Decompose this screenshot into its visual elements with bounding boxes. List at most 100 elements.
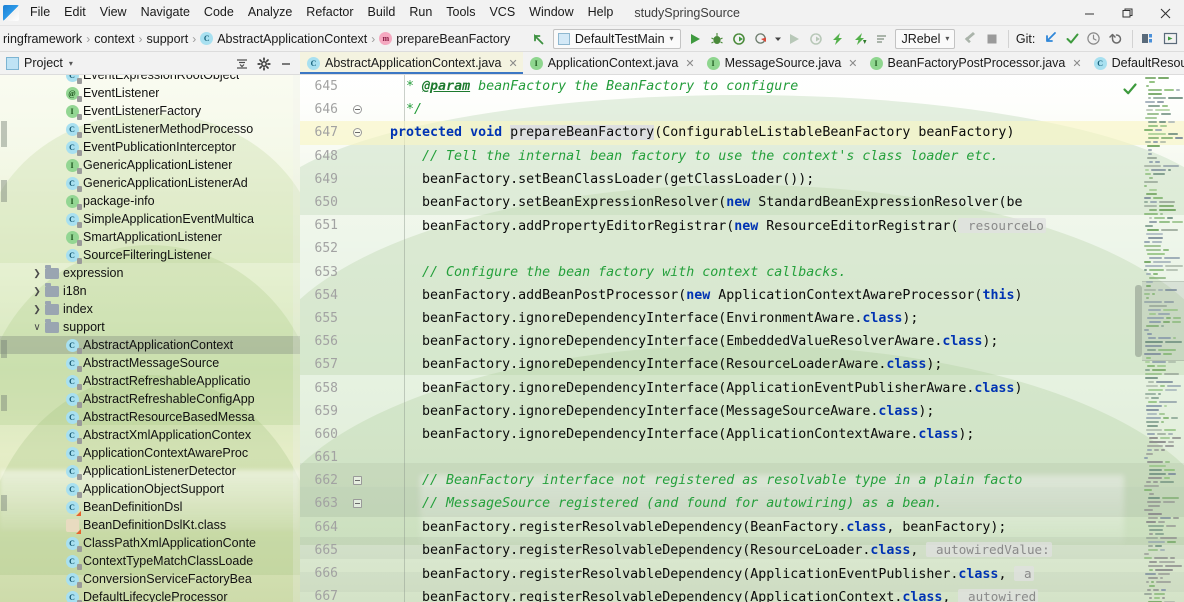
code-editor[interactable]: 645 * @param beanFactory the BeanFactory… xyxy=(300,75,1184,602)
menu-item-refactor[interactable]: Refactor xyxy=(299,2,360,23)
code-line[interactable]: 645 * @param beanFactory the BeanFactory… xyxy=(300,75,1184,98)
code-line[interactable]: 647 protected void prepareBeanFactory(Co… xyxy=(300,121,1184,145)
commit-checkmark-icon[interactable] xyxy=(1061,28,1083,50)
tree-item[interactable]: C AbstractResourceBasedMessa xyxy=(0,408,300,426)
attach-debugger-button[interactable] xyxy=(805,28,827,50)
menu-item-analyze[interactable]: Analyze xyxy=(241,2,299,23)
tree-item[interactable]: ❯ index xyxy=(0,300,300,318)
inspections-ok-checkmark[interactable] xyxy=(1122,81,1138,100)
tree-item[interactable]: C AbstractXmlApplicationContex xyxy=(0,426,300,444)
tree-item[interactable]: C SimpleApplicationEventMultica xyxy=(0,210,300,228)
tree-item[interactable]: C ClassPathXmlApplicationConte xyxy=(0,534,300,552)
tree-item[interactable]: I EventListenerFactory xyxy=(0,102,300,120)
close-tab-icon[interactable]: ✕ xyxy=(1072,57,1081,70)
code-line[interactable]: 667 beanFactory.registerResolvableDepend… xyxy=(300,585,1184,602)
update-project-icon[interactable] xyxy=(1039,28,1061,50)
run-button[interactable] xyxy=(685,28,707,50)
code-fold-toggle-icon[interactable] xyxy=(346,476,368,486)
editor-scrollbar-thumb[interactable] xyxy=(1135,285,1142,357)
tree-item[interactable]: ∨ support xyxy=(0,318,300,336)
breadcrumb-method[interactable]: m prepareBeanFactory xyxy=(376,31,513,47)
tree-item[interactable]: C ContextTypeMatchClassLoade xyxy=(0,552,300,570)
jrebel-run-button[interactable] xyxy=(827,28,849,50)
code-line[interactable]: 659 beanFactory.ignoreDependencyInterfac… xyxy=(300,400,1184,423)
close-tab-icon[interactable]: ✕ xyxy=(848,57,857,70)
collapse-all-icon[interactable] xyxy=(232,54,252,74)
tree-item[interactable]: C AbstractMessageSource xyxy=(0,354,300,372)
jrebel-selector[interactable]: JRebel ▾ xyxy=(895,28,956,49)
menu-item-run[interactable]: Run xyxy=(402,2,439,23)
code-line[interactable]: 656 beanFactory.ignoreDependencyInterfac… xyxy=(300,330,1184,353)
code-line[interactable]: 655 beanFactory.ignoreDependencyInterfac… xyxy=(300,307,1184,330)
rollback-arrow-icon[interactable] xyxy=(1105,28,1127,50)
code-line[interactable]: 657 beanFactory.ignoreDependencyInterfac… xyxy=(300,353,1184,376)
code-line[interactable]: 664 beanFactory.registerResolvableDepend… xyxy=(300,516,1184,539)
terminal-icon[interactable] xyxy=(1159,28,1181,50)
code-fold-toggle-icon[interactable] xyxy=(346,105,368,115)
tree-expand-arrow-icon[interactable]: ❯ xyxy=(30,304,44,315)
stop-button[interactable] xyxy=(981,28,1003,50)
tree-item[interactable]: C ApplicationObjectSupport xyxy=(0,480,300,498)
code-line[interactable]: 653 // Configure the bean factory with c… xyxy=(300,261,1184,284)
tree-item[interactable]: C ApplicationListenerDetector xyxy=(0,462,300,480)
tree-item[interactable]: ❯ i18n xyxy=(0,282,300,300)
code-fold-toggle-icon[interactable] xyxy=(346,499,368,509)
chevron-down-icon[interactable] xyxy=(772,28,784,50)
breadcrumb-class[interactable]: C AbstractApplicationContext xyxy=(197,31,370,47)
breadcrumb-support[interactable]: support xyxy=(144,31,192,47)
code-line[interactable]: 662 // BeanFactory interface not registe… xyxy=(300,469,1184,492)
close-tab-icon[interactable]: ✕ xyxy=(508,57,517,70)
run-with-coverage-button[interactable] xyxy=(728,28,750,50)
jrebel-more-button[interactable] xyxy=(871,28,893,50)
code-line[interactable]: 649 beanFactory.setBeanClassLoader(getCl… xyxy=(300,168,1184,191)
project-tree[interactable]: C EventExpressionRootObject @ EventListener… xyxy=(0,75,300,602)
code-line-container[interactable]: 645 * @param beanFactory the BeanFactory… xyxy=(300,75,1184,602)
code-line[interactable]: 665 beanFactory.registerResolvableDepend… xyxy=(300,539,1184,562)
tree-item[interactable]: C SourceFilteringListener xyxy=(0,246,300,264)
tree-item[interactable]: C EventPublicationInterceptor xyxy=(0,138,300,156)
tree-item[interactable]: Ipackage-info xyxy=(0,192,300,210)
tree-item[interactable]: ❯ expression xyxy=(0,264,300,282)
gear-icon[interactable] xyxy=(254,54,274,74)
jrebel-debug-button[interactable] xyxy=(849,28,871,50)
back-arrow-icon[interactable] xyxy=(527,28,549,50)
code-line[interactable]: 648 // Tell the internal bean factory to… xyxy=(300,145,1184,168)
tree-expand-arrow-icon[interactable]: ❯ xyxy=(30,268,44,279)
menu-item-window[interactable]: Window xyxy=(522,2,580,23)
menu-item-navigate[interactable]: Navigate xyxy=(134,2,197,23)
editor-minimap[interactable] xyxy=(1142,75,1184,602)
tree-item[interactable]: C ConversionServiceFactoryBea xyxy=(0,570,300,588)
tree-item[interactable]: C AbstractApplicationContext xyxy=(0,336,300,354)
minimize-button[interactable] xyxy=(1070,0,1108,26)
project-structure-icon[interactable] xyxy=(1137,28,1159,50)
editor-tab[interactable]: C DefaultResourceLoad xyxy=(1087,52,1184,74)
tree-item[interactable]: I GenericApplicationListener xyxy=(0,156,300,174)
rerun-button[interactable] xyxy=(784,28,806,50)
breadcrumb-context[interactable]: context xyxy=(91,31,137,47)
chevron-down-icon[interactable]: ▾ xyxy=(69,59,73,68)
tree-item[interactable]: BeanDefinitionDslKt.class xyxy=(0,516,300,534)
history-clock-icon[interactable] xyxy=(1083,28,1105,50)
menu-item-edit[interactable]: Edit xyxy=(57,2,93,23)
breadcrumb-ringframework[interactable]: ringframework xyxy=(0,31,85,47)
editor-tab[interactable]: I BeanFactoryPostProcessor.java ✕ xyxy=(863,52,1087,74)
menu-item-view[interactable]: View xyxy=(93,2,134,23)
menu-item-code[interactable]: Code xyxy=(197,2,241,23)
menu-item-file[interactable]: File xyxy=(23,2,57,23)
code-line[interactable]: 646 */ xyxy=(300,98,1184,121)
tree-item[interactable]: C AbstractRefreshableApplicatio xyxy=(0,372,300,390)
tree-item[interactable]: C EventExpressionRootObject xyxy=(0,75,300,84)
tree-item[interactable]: @ EventListener xyxy=(0,84,300,102)
profile-button[interactable] xyxy=(750,28,772,50)
code-line[interactable]: 650 beanFactory.setBeanExpressionResolve… xyxy=(300,191,1184,214)
close-tab-icon[interactable]: ✕ xyxy=(685,57,694,70)
menu-item-vcs[interactable]: VCS xyxy=(482,2,522,23)
tree-item[interactable]: C EventListenerMethodProcesso xyxy=(0,120,300,138)
hammer-button[interactable] xyxy=(959,28,981,50)
menu-item-build[interactable]: Build xyxy=(361,2,403,23)
code-line[interactable]: 654 beanFactory.addBeanPostProcessor(new… xyxy=(300,284,1184,307)
code-fold-toggle-icon[interactable] xyxy=(346,128,368,138)
code-line[interactable]: 660 beanFactory.ignoreDependencyInterfac… xyxy=(300,423,1184,446)
menu-item-tools[interactable]: Tools xyxy=(439,2,482,23)
editor-tab[interactable]: C AbstractApplicationContext.java ✕ xyxy=(300,52,523,74)
